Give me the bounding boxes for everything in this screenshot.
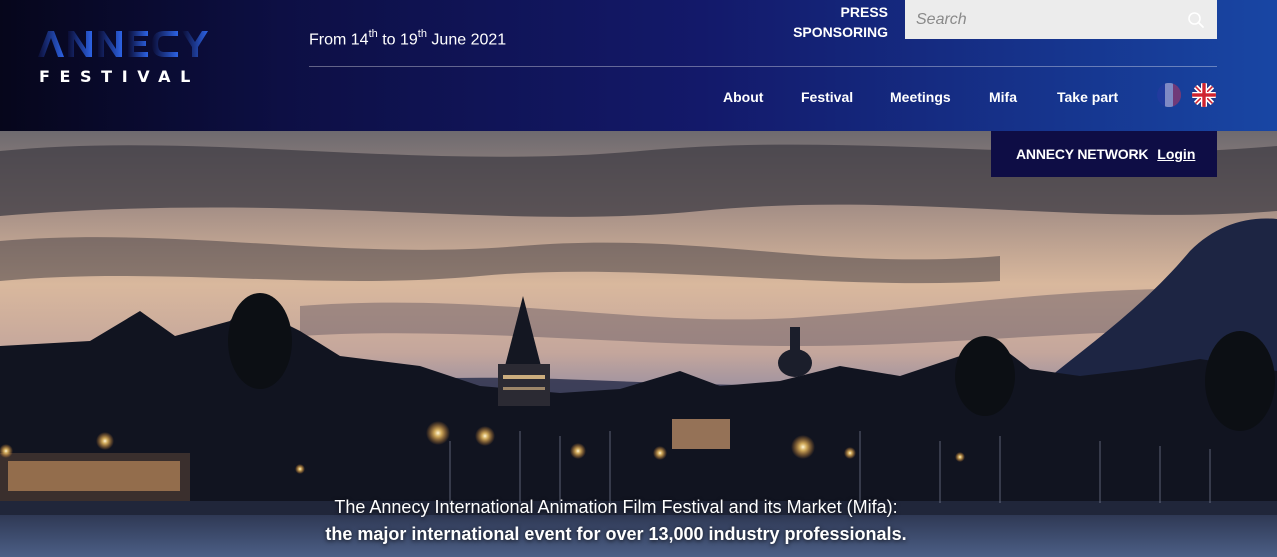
sponsoring-link[interactable]: SPONSORING bbox=[793, 22, 888, 42]
language-fr[interactable] bbox=[1157, 83, 1181, 107]
main-nav: About Festival Meetings Mifa Take part bbox=[0, 89, 1277, 109]
dates-sup-1: th bbox=[368, 28, 378, 40]
hero-line-1: The Annecy International Animation Film … bbox=[334, 497, 898, 517]
hero-line-2: the major international event for over 1… bbox=[325, 524, 907, 544]
nav-item-festival[interactable]: Festival bbox=[801, 89, 853, 105]
dates-prefix: From 14 bbox=[309, 31, 369, 49]
flag-fr-icon bbox=[1157, 83, 1181, 107]
dates-suffix: June 2021 bbox=[426, 31, 507, 49]
search-input[interactable] bbox=[905, 0, 1175, 39]
top-links: PRESS SPONSORING bbox=[793, 2, 888, 42]
login-link[interactable]: Login bbox=[1157, 146, 1195, 162]
nav-item-about[interactable]: About bbox=[723, 89, 763, 105]
press-link[interactable]: PRESS bbox=[793, 2, 888, 22]
site-header: FESTIVAL From 14th to 19th June 2021 PRE… bbox=[0, 0, 1277, 131]
nav-item-meetings[interactable]: Meetings bbox=[890, 89, 951, 105]
header-divider bbox=[309, 66, 1217, 67]
nav-item-mifa[interactable]: Mifa bbox=[989, 89, 1017, 105]
annecy-network-box: ANNECY NETWORK Login bbox=[991, 131, 1217, 177]
festival-dates: From 14th to 19th June 2021 bbox=[309, 28, 507, 49]
annecy-festival-logo[interactable]: FESTIVAL bbox=[38, 29, 213, 89]
search-button[interactable] bbox=[1175, 0, 1217, 39]
dates-middle: to 19 bbox=[377, 31, 418, 49]
language-en[interactable] bbox=[1192, 83, 1216, 107]
flag-uk-icon bbox=[1192, 83, 1216, 107]
nav-item-take-part[interactable]: Take part bbox=[1057, 89, 1118, 105]
hero-tagline: The Annecy International Animation Film … bbox=[0, 494, 1232, 548]
annecy-network-label: ANNECY NETWORK bbox=[1016, 146, 1149, 162]
annecy-logo-icon bbox=[38, 31, 208, 57]
search-icon bbox=[1188, 11, 1204, 28]
logo-subtitle: FESTIVAL bbox=[39, 67, 200, 86]
search-box bbox=[905, 0, 1217, 39]
dates-sup-2: th bbox=[417, 28, 427, 40]
